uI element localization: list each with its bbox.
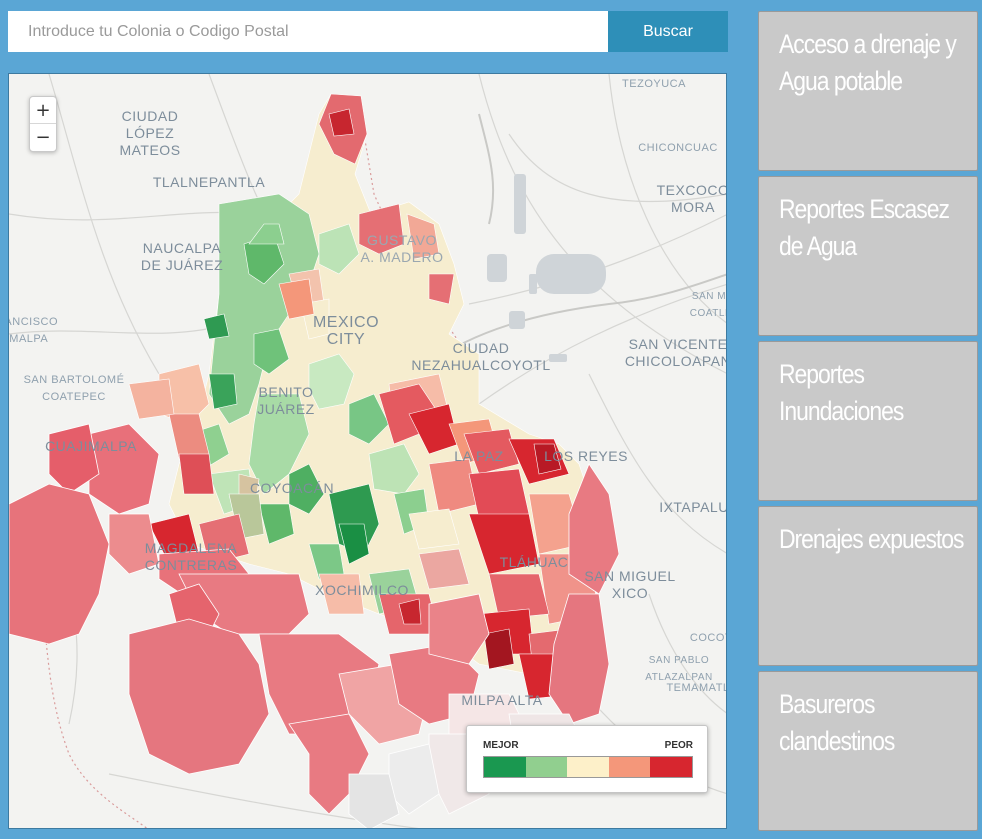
place-label: MILPA ALTA: [461, 692, 543, 708]
search-bar: Buscar: [8, 11, 728, 52]
place-label: CUAJIMALPA: [45, 438, 137, 454]
place-label: CIUDAD NEZAHUALCOYOTL: [411, 340, 551, 373]
layer-panel[interactable]: Basureros clandestinos: [758, 671, 978, 831]
zoom-out-button[interactable]: −: [30, 124, 56, 151]
place-label: SAN BARTOLOMÉ COATEPEC: [23, 374, 125, 403]
map-legend: MEJOR PEOR: [466, 725, 708, 793]
place-label: SAN VICENTE CHICOLOAPAN: [624, 336, 727, 369]
legend-color-scale: [483, 756, 693, 778]
place-label: MEXICO CITY: [312, 314, 380, 348]
place-label: SAN MIGUEL XICO: [584, 568, 676, 601]
place-label: MAGDALENA CONTRERAS: [144, 540, 238, 573]
place-label: IXTAPALU: [659, 499, 727, 515]
place-label: NAUCALPA DE JUÁREZ: [140, 240, 224, 273]
legend-best-label: MEJOR: [483, 740, 519, 751]
place-label: COCOT: [689, 632, 726, 644]
legend-swatch: [525, 757, 568, 777]
place-label: LA PAZ: [454, 448, 504, 464]
legend-swatch: [484, 757, 526, 777]
search-input[interactable]: [8, 11, 608, 52]
place-label: CIUDAD LÓPEZ MATEOS: [119, 108, 181, 158]
place-label: CHICONCUAC: [638, 142, 718, 154]
place-label: XOCHIMILCO: [315, 582, 409, 598]
place-label: COYOACÁN: [249, 480, 335, 496]
layer-panel[interactable]: Acceso a drenaje y Agua potable: [758, 11, 978, 171]
place-label: TEMAMATL: [666, 682, 727, 694]
place-label: SAN M COATLI: [689, 291, 727, 319]
legend-swatch: [650, 757, 692, 777]
search-button[interactable]: Buscar: [608, 11, 728, 52]
legend-swatch: [567, 757, 609, 777]
choropleth-map[interactable]: CIUDAD LÓPEZ MATEOS TLALNEPANTLA NAUCALP…: [8, 73, 727, 829]
zoom-in-button[interactable]: +: [30, 97, 56, 124]
zoom-control: + −: [29, 96, 57, 152]
layer-panel-title: Reportes Inundaciones: [779, 359, 904, 426]
layer-panel[interactable]: Drenajes expuestos: [758, 506, 978, 666]
layer-panel-title: Reportes Escasez de Agua: [779, 194, 950, 261]
place-label: BENITO JUÁREZ: [257, 384, 315, 417]
layer-panel-title: Acceso a drenaje y Agua potable: [779, 29, 957, 96]
place-label: GUSTAVO A. MADERO: [360, 232, 444, 265]
layer-panel[interactable]: Reportes Escasez de Agua: [758, 176, 978, 336]
layer-panel[interactable]: Reportes Inundaciones: [758, 341, 978, 501]
place-label: TEZOYUCA: [622, 78, 686, 90]
place-label: TEXCOCO MORA: [656, 182, 727, 215]
legend-worst-label: PEOR: [664, 740, 693, 751]
layer-panel-title: Basureros clandestinos: [779, 689, 895, 756]
lake-texcoco: [487, 174, 606, 362]
legend-swatch: [608, 757, 651, 777]
layer-panel-title: Drenajes expuestos: [779, 524, 965, 554]
layer-panels: Acceso a drenaje y Agua potable Reportes …: [758, 11, 978, 836]
place-label: LOS REYES: [544, 448, 628, 464]
place-label: TLALNEPANTLA: [152, 174, 266, 190]
place-label: TLÁHUAC: [499, 554, 569, 570]
place-label: RANCISCO IMALPA: [8, 316, 59, 345]
